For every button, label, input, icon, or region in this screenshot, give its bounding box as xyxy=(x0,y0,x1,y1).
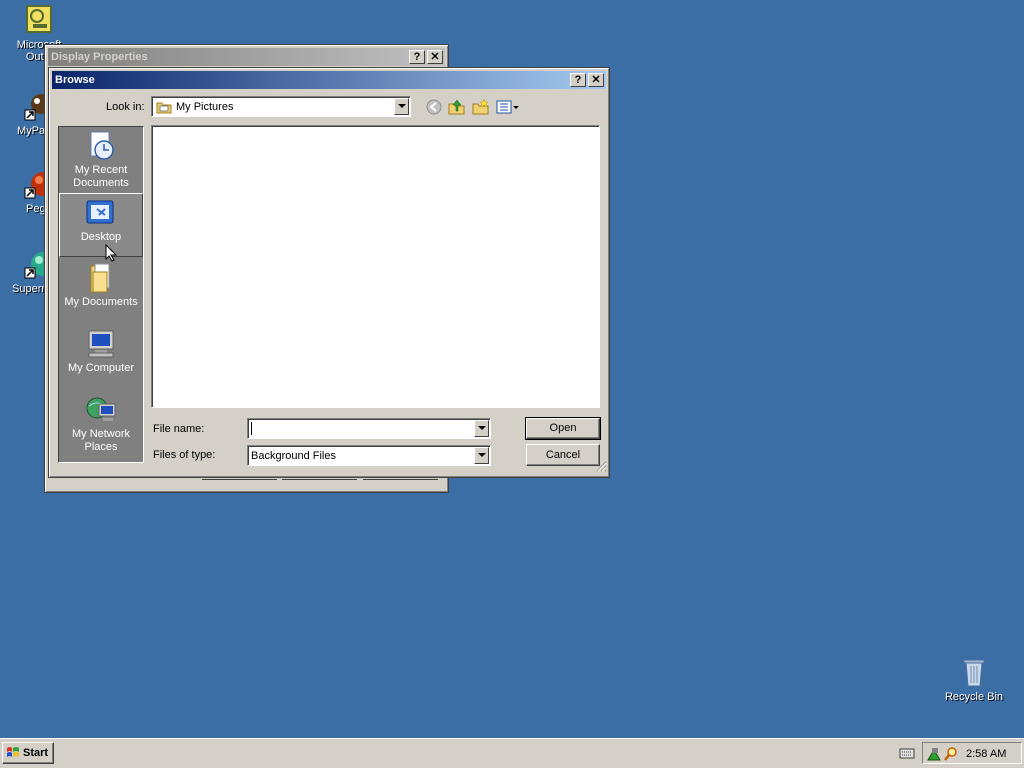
mouse-cursor-icon xyxy=(105,243,118,265)
look-in-dropdown-arrow[interactable] xyxy=(394,98,409,115)
my-documents-icon xyxy=(85,262,117,294)
look-in-label: Look in: xyxy=(106,101,145,113)
hidden-button-edge xyxy=(202,479,277,483)
open-button[interactable]: Open xyxy=(525,417,601,440)
folder-icon xyxy=(156,100,172,117)
place-my-computer[interactable]: My Computer xyxy=(59,325,143,389)
my-computer-icon xyxy=(85,328,117,360)
start-button[interactable]: Start xyxy=(2,742,54,764)
place-my-recent-documents[interactable]: My Recent Documents xyxy=(59,127,143,191)
files-of-type-dropdown[interactable]: Background Files xyxy=(247,445,491,466)
place-label: Desktop xyxy=(80,231,122,243)
network-places-icon xyxy=(85,394,117,426)
help-button[interactable]: ? xyxy=(409,50,425,64)
search-tray-icon[interactable] xyxy=(943,746,959,765)
window-title: Display Properties xyxy=(51,51,148,63)
view-menu-icon[interactable] xyxy=(496,100,520,117)
up-folder-icon[interactable] xyxy=(448,98,466,119)
place-my-network-places[interactable]: My Network Places xyxy=(59,391,143,455)
place-my-documents[interactable]: My Documents xyxy=(59,259,143,323)
hidden-button-edge xyxy=(363,479,438,483)
clock[interactable]: 2:58 AM xyxy=(966,748,1006,760)
text-caret xyxy=(251,422,252,435)
file-name-combobox[interactable] xyxy=(247,418,491,439)
browse-titlebar[interactable]: Browse ? ✕ xyxy=(52,71,606,89)
back-icon[interactable] xyxy=(426,99,442,118)
files-of-type-label: Files of type: xyxy=(153,449,216,461)
browse-dialog[interactable]: Browse ? ✕ Look in: My Pictures My Recen… xyxy=(48,67,610,478)
place-label: My Documents xyxy=(64,296,138,308)
file-name-dropdown-arrow[interactable] xyxy=(474,420,489,437)
place-desktop[interactable]: Desktop xyxy=(59,193,143,257)
recent-documents-icon xyxy=(85,130,117,162)
look-in-dropdown[interactable]: My Pictures xyxy=(151,96,411,117)
place-label: My Network xyxy=(71,428,131,440)
place-label: Documents xyxy=(73,177,129,189)
network-tray-icon[interactable] xyxy=(926,746,942,765)
place-label: Places xyxy=(84,441,118,453)
places-bar: My Recent Documents Desktop My Documents… xyxy=(58,126,144,463)
place-label: My Recent xyxy=(74,164,128,176)
file-name-label: File name: xyxy=(153,423,205,435)
new-folder-icon[interactable] xyxy=(472,98,490,119)
keyboard-icon[interactable] xyxy=(899,747,915,762)
recycle-bin-icon xyxy=(958,656,990,688)
resize-grip-icon[interactable] xyxy=(595,460,607,475)
file-list-view[interactable] xyxy=(151,125,600,408)
files-of-type-value: Background Files xyxy=(251,450,336,462)
taskbar: Start 2:58 AM xyxy=(0,738,1024,768)
desktop-icon-label: Recycle Bin xyxy=(944,691,1004,703)
desktop-icon xyxy=(85,197,117,229)
cancel-button[interactable]: Cancel xyxy=(526,444,600,466)
place-label: My Computer xyxy=(67,362,135,374)
files-of-type-dropdown-arrow[interactable] xyxy=(474,447,489,464)
display-properties-titlebar[interactable]: Display Properties ? ✕ xyxy=(48,48,445,66)
start-label: Start xyxy=(23,747,49,759)
desktop-icon-recycle-bin[interactable]: Recycle Bin xyxy=(939,656,1009,703)
system-tray: 2:58 AM xyxy=(922,742,1022,764)
help-button[interactable]: ? xyxy=(570,73,586,87)
close-button[interactable]: ✕ xyxy=(427,50,443,64)
file-name-input[interactable] xyxy=(250,420,470,435)
close-button[interactable]: ✕ xyxy=(588,73,604,87)
outlook-icon xyxy=(23,4,55,36)
look-in-value: My Pictures xyxy=(176,101,234,113)
hidden-button-edge xyxy=(282,479,357,483)
windows-logo-icon xyxy=(6,746,20,767)
window-title: Browse xyxy=(55,74,95,86)
